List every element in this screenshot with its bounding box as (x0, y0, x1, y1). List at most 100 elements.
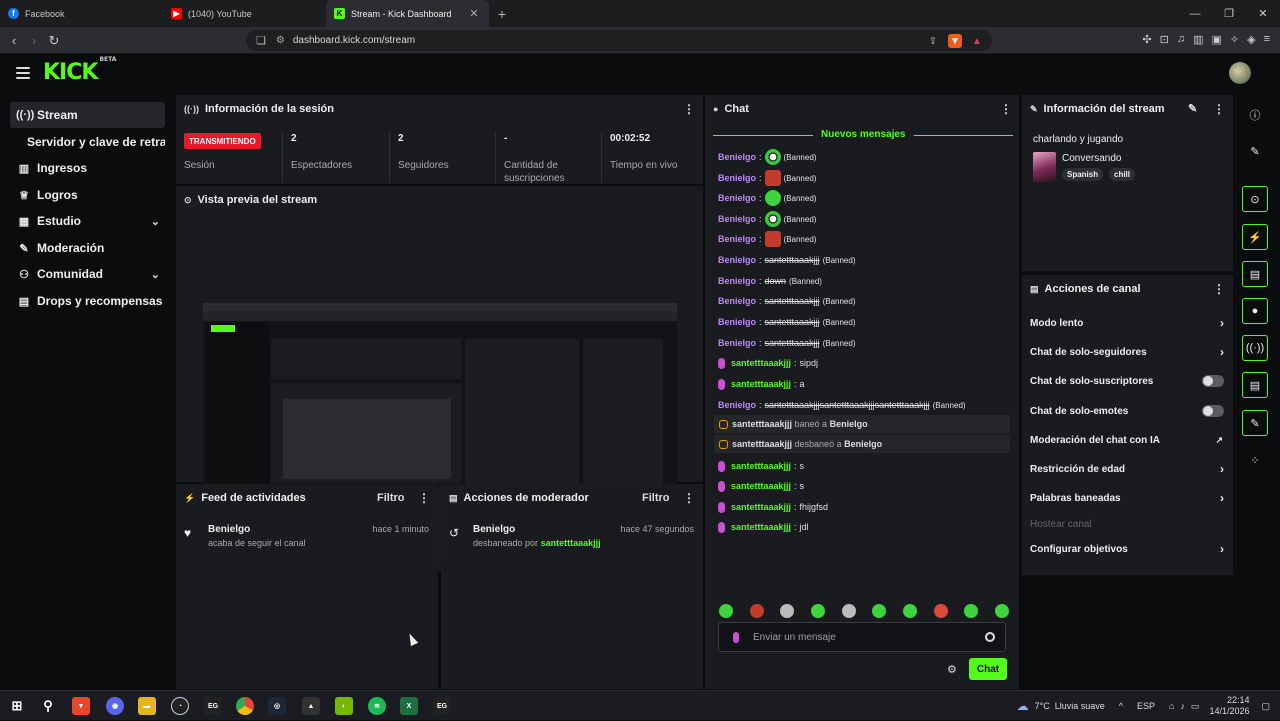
tab-kick-dashboard[interactable]: K Stream - Kick Dashboard ✕ (326, 0, 489, 27)
nvidia-icon[interactable]: ◐ (335, 697, 353, 715)
chat-user[interactable]: santetttaaakjjj (731, 502, 791, 512)
chat-user[interactable]: Benielgo (718, 152, 756, 162)
action-palabras-baneadas[interactable]: Palabras baneadas › (1030, 489, 1224, 507)
send-chat-button[interactable]: Chat (969, 658, 1007, 680)
emoji-picker-icon[interactable] (985, 632, 995, 642)
maximize-icon[interactable]: ❐ (1212, 0, 1246, 27)
mod-action-by[interactable]: santetttaaakjjj (541, 538, 601, 548)
chat-user[interactable]: Benielgo (718, 317, 756, 327)
close-window-icon[interactable]: ✕ (1246, 0, 1280, 27)
wallet-icon[interactable]: ▣ (1211, 33, 1221, 46)
chat-user[interactable]: Benielgo (718, 276, 756, 286)
excel-icon[interactable]: X (400, 697, 418, 715)
sidebar-item-drops[interactable]: ▤ Drops y recompensas (10, 288, 165, 314)
quick-emote-icon[interactable] (964, 604, 979, 618)
filter-button[interactable]: Filtro (377, 492, 405, 504)
action-configurar-objetivos[interactable]: Configurar objetivos › (1030, 540, 1224, 558)
edit-pencil-icon[interactable]: ✎ (1188, 102, 1197, 115)
action-moderacion-ia[interactable]: Moderación del chat con IA ↗ (1030, 431, 1224, 449)
forward-icon[interactable]: › (24, 27, 44, 54)
windows-start-icon[interactable]: ⊞ (8, 697, 26, 715)
network-icon[interactable]: ⌂ (1169, 701, 1174, 711)
activity-toggle-icon[interactable]: ⚡ (1242, 224, 1268, 250)
game-icon[interactable]: ▲ (302, 697, 320, 715)
kick-logo[interactable]: KICKBETA (43, 56, 116, 85)
action-solo-seguidores[interactable]: Chat de solo-seguidores › (1030, 343, 1224, 361)
sidebar-item-server-key[interactable]: Servidor y clave de retransmisión (10, 129, 165, 155)
media-icon[interactable]: ♫ (1177, 33, 1185, 46)
chat-user[interactable]: santetttaaakjjj (731, 358, 791, 368)
mod-actions-toggle-icon[interactable]: ▤ (1242, 261, 1268, 287)
brave-rewards-icon[interactable]: ▲ (970, 34, 984, 48)
filter-button[interactable]: Filtro (642, 492, 670, 504)
url-field[interactable]: ❏ ⚙ dashboard.kick.com/stream ⇪ ▼ ▲ (246, 30, 992, 51)
user-avatar[interactable] (1229, 62, 1251, 84)
brave-shields-icon[interactable]: ▼ (948, 34, 962, 48)
preview-toggle-icon[interactable]: ⊙ (1242, 186, 1268, 212)
quick-emote-icon[interactable] (902, 604, 917, 618)
vpn-icon[interactable]: ◈ (1247, 33, 1255, 46)
kebab-menu-icon[interactable]: ⋮ (1213, 282, 1225, 296)
chat-user[interactable]: santetttaaakjjj (731, 481, 791, 491)
chat-user[interactable]: santetttaaakjjj (731, 379, 791, 389)
quick-emote-icon[interactable] (780, 604, 795, 618)
sidebar-icon[interactable]: ▥ (1193, 33, 1203, 46)
kebab-menu-icon[interactable]: ⋮ (683, 491, 695, 505)
quick-emote-icon[interactable] (841, 604, 856, 618)
tray-chevron-icon[interactable]: ^ (1119, 701, 1123, 711)
toggle-switch[interactable] (1202, 405, 1224, 417)
folder-icon[interactable]: ▬ (138, 697, 156, 715)
chat-user[interactable]: Benielgo (718, 234, 756, 244)
chat-user[interactable]: Benielgo (718, 193, 756, 203)
chat-user[interactable]: Benielgo (718, 338, 756, 348)
kebab-menu-icon[interactable]: ⋮ (1213, 102, 1225, 116)
chrome-icon[interactable] (236, 697, 254, 715)
edit-icon[interactable]: ✎ (1242, 138, 1268, 164)
back-icon[interactable]: ‹ (4, 27, 24, 54)
quick-emote-icon[interactable] (749, 604, 764, 618)
quick-emote-icon[interactable] (994, 604, 1009, 618)
stream-category[interactable]: Conversando (1062, 153, 1121, 164)
hamburger-menu-icon[interactable] (16, 65, 30, 81)
add-widget-icon[interactable]: ⁘ (1242, 447, 1268, 473)
site-info-icon[interactable]: ⚙ (276, 35, 285, 46)
stream-info-toggle-icon[interactable]: ✎ (1242, 410, 1268, 436)
reload-icon[interactable]: ↻ (44, 27, 64, 54)
menu-icon[interactable]: ≡ (1264, 33, 1270, 46)
minimize-icon[interactable]: — (1178, 0, 1212, 27)
leo-icon[interactable]: ✧ (1230, 33, 1239, 46)
sidebar-item-moderacion[interactable]: ✎ Moderación (10, 235, 165, 261)
extensions-icon[interactable]: ✣ (1142, 33, 1151, 46)
tab-facebook[interactable]: f Facebook (0, 0, 163, 27)
chat-user[interactable]: santetttaaakjjj (731, 461, 791, 471)
volume-icon[interactable]: ♪ (1180, 701, 1185, 711)
obs-icon[interactable]: ◔ (171, 697, 189, 715)
kebab-menu-icon[interactable]: ⋮ (418, 491, 430, 505)
sidebar-item-stream[interactable]: ((·)) Stream (10, 102, 165, 128)
chat-user[interactable]: santetttaaakjjj (731, 522, 791, 532)
epic-games-icon-2[interactable]: EG (433, 697, 451, 715)
mod-action-user[interactable]: Benielgo (473, 524, 515, 535)
share-icon[interactable]: ⇪ (926, 34, 940, 48)
language-indicator[interactable]: ESP (1137, 701, 1155, 711)
quick-emote-icon[interactable] (719, 604, 733, 618)
action-modo-lento[interactable]: Modo lento › (1030, 314, 1224, 332)
chat-input[interactable]: Enviar un mensaje (718, 622, 1006, 652)
kebab-menu-icon[interactable]: ⋮ (1000, 102, 1012, 116)
clock[interactable]: 22:14 14/1/2026 (1209, 695, 1249, 717)
new-tab-button[interactable]: + (489, 0, 515, 27)
toggle-switch[interactable] (1202, 375, 1224, 387)
sidebar-item-estudio[interactable]: ▦ Estudio ⌄ (10, 208, 165, 234)
spotify-icon[interactable]: ≋ (368, 697, 386, 715)
info-icon[interactable]: ⓘ (1242, 102, 1268, 128)
chat-toggle-icon[interactable]: ● (1242, 298, 1268, 324)
system-actor[interactable]: santetttaaakjjj (732, 419, 792, 429)
quick-emote-icon[interactable] (810, 604, 825, 618)
sidebar-item-comunidad[interactable]: ⚇ Comunidad ⌄ (10, 261, 165, 287)
quick-emote-icon[interactable] (872, 604, 887, 618)
sidebar-item-ingresos[interactable]: ▥ Ingresos (10, 155, 165, 181)
chat-user[interactable]: Benielgo (718, 296, 756, 306)
chat-settings-gear-icon[interactable]: ⚙ (947, 663, 957, 676)
sidebar-item-logros[interactable]: ♕ Logros (10, 182, 165, 208)
close-tab-icon[interactable]: ✕ (467, 7, 481, 20)
